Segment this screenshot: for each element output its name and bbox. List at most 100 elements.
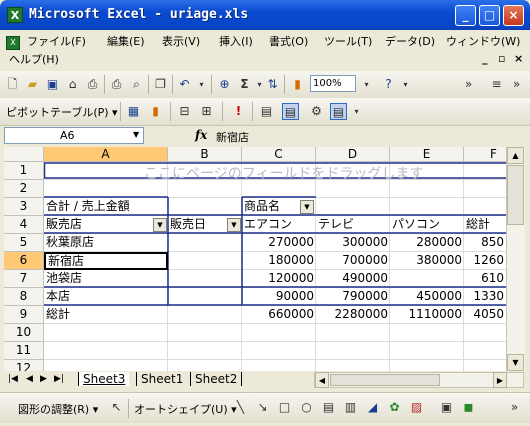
save-icon[interactable]: ▣: [44, 76, 61, 93]
autoshape-menu[interactable]: オートシェイプ(U) ▾: [134, 401, 237, 417]
table-cell[interactable]: 610: [464, 270, 506, 288]
row-item-grand-total[interactable]: 総計: [44, 306, 168, 324]
align-icon[interactable]: ≡: [488, 76, 505, 93]
show-detail-icon[interactable]: ⊞: [198, 103, 215, 120]
row-header-2[interactable]: 2: [4, 180, 44, 198]
close-button[interactable]: ×: [503, 5, 524, 26]
row-field-label-2[interactable]: 販売日: [168, 216, 228, 234]
table-cell[interactable]: 850: [464, 234, 506, 252]
chart-wizard-icon[interactable]: ▮: [147, 103, 164, 120]
table-cell[interactable]: 790000: [316, 288, 390, 306]
row-field-1-dropdown-icon[interactable]: ▼: [153, 218, 167, 232]
print-icon[interactable]: ⎙: [108, 76, 125, 93]
undo-dropdown-icon[interactable]: ▾: [193, 76, 210, 93]
select-objects-icon[interactable]: ↖: [108, 399, 125, 416]
row-header-4[interactable]: 4: [4, 216, 44, 234]
arrow-icon[interactable]: ↘: [254, 399, 271, 416]
draw-menu[interactable]: 図形の調整(R) ▾: [18, 401, 98, 417]
table-cell[interactable]: 4050: [464, 306, 506, 324]
menu-format[interactable]: 書式(O): [269, 33, 308, 49]
search-icon[interactable]: ⌕: [128, 76, 145, 93]
include-hidden-icon[interactable]: ▤: [258, 103, 275, 120]
scroll-thumb[interactable]: [507, 165, 524, 225]
pivot-table-menu[interactable]: ピボットテーブル(P) ▾: [6, 104, 118, 120]
table-cell[interactable]: 450000: [390, 288, 464, 306]
scroll-up-button[interactable]: ▲: [507, 147, 524, 164]
name-box-dropdown-icon[interactable]: ▼: [133, 130, 139, 139]
select-all-corner[interactable]: [4, 147, 44, 162]
copy-icon[interactable]: ❐: [152, 76, 169, 93]
excel-app-icon[interactable]: X: [7, 7, 23, 23]
table-cell[interactable]: 180000: [242, 252, 316, 270]
worksheet-grid[interactable]: A B C D E F 1 2 3 4 5 6 7 8 9 10 11 12 こ…: [4, 147, 506, 371]
line-icon[interactable]: ╲: [232, 399, 249, 416]
row-header-1[interactable]: 1: [4, 162, 44, 180]
insert-picture-icon[interactable]: ▨: [408, 399, 425, 416]
rectangle-icon[interactable]: □: [276, 399, 293, 416]
row-header-11[interactable]: 11: [4, 342, 44, 360]
first-sheet-icon[interactable]: |◀: [8, 374, 18, 384]
toolbar-options-icon[interactable]: »: [460, 76, 477, 93]
name-box[interactable]: A6: [4, 127, 144, 144]
hide-detail-icon[interactable]: ⊟: [176, 103, 193, 120]
menu-view[interactable]: 表示(V): [162, 33, 200, 49]
row-field-2-dropdown-icon[interactable]: ▼: [227, 218, 241, 232]
table-cell[interactable]: 380000: [390, 252, 464, 270]
table-cell[interactable]: 270000: [242, 234, 316, 252]
menu-window[interactable]: ウィンドウ(W): [446, 33, 520, 49]
wordart-icon[interactable]: ▥: [342, 399, 359, 416]
active-cell[interactable]: 新宿店: [44, 252, 168, 270]
menu-tools[interactable]: ツール(T): [324, 33, 372, 49]
sort-ascending-icon[interactable]: ⇅: [264, 76, 281, 93]
toolbar-options-icon-2[interactable]: »: [508, 76, 525, 93]
row-header-5[interactable]: 5: [4, 234, 44, 252]
sheet-tab-sheet3[interactable]: Sheet3: [78, 372, 130, 386]
row-header-10[interactable]: 10: [4, 324, 44, 342]
next-sheet-icon[interactable]: ▶: [40, 374, 47, 384]
table-cell[interactable]: 660000: [242, 306, 316, 324]
column-header-f[interactable]: F: [464, 147, 506, 162]
permission-icon[interactable]: ⌂: [64, 76, 81, 93]
scroll-down-button[interactable]: ▼: [507, 354, 524, 371]
sheet-tab-sheet1[interactable]: Sheet1: [136, 372, 187, 386]
hyperlink-icon[interactable]: ⊕: [216, 76, 233, 93]
3d-style-icon[interactable]: ◼: [460, 399, 477, 416]
diagram-icon[interactable]: ◢: [364, 399, 381, 416]
table-cell[interactable]: [390, 270, 464, 288]
oval-icon[interactable]: ○: [298, 399, 315, 416]
prev-sheet-icon[interactable]: ◀: [26, 374, 33, 384]
col-item-total[interactable]: 総計: [464, 216, 506, 234]
clip-art-icon[interactable]: ✿: [386, 399, 403, 416]
menu-file[interactable]: ファイル(F): [27, 33, 86, 49]
table-cell[interactable]: 2280000: [316, 306, 390, 324]
row-item-store[interactable]: 秋葉原店: [44, 234, 168, 252]
scroll-left-button[interactable]: ◀: [315, 372, 329, 388]
refresh-icon[interactable]: !: [230, 103, 247, 120]
open-folder-icon[interactable]: ▰: [24, 76, 41, 93]
format-report-icon[interactable]: ▦: [125, 103, 142, 120]
shadow-style-icon[interactable]: ▣: [438, 399, 455, 416]
table-cell[interactable]: 1110000: [390, 306, 464, 324]
help-dropdown-icon[interactable]: ▾: [397, 76, 414, 93]
menu-edit[interactable]: 編集(E): [107, 33, 145, 49]
menu-data[interactable]: データ(D): [385, 33, 435, 49]
last-sheet-icon[interactable]: ▶|: [54, 374, 64, 384]
table-cell[interactable]: 490000: [316, 270, 390, 288]
horizontal-scrollbar[interactable]: ◀ ▶: [314, 372, 524, 388]
zoom-dropdown-icon[interactable]: ▾: [358, 76, 375, 93]
column-header-d[interactable]: D: [316, 147, 390, 162]
row-item-store[interactable]: 本店: [44, 288, 168, 306]
menu-insert[interactable]: 挿入(I): [219, 33, 253, 49]
col-item-pc[interactable]: パソコン: [390, 216, 464, 234]
toolbar-options-icon[interactable]: ▾: [348, 103, 365, 120]
workbook-icon[interactable]: X: [6, 36, 20, 50]
table-cell[interactable]: 90000: [242, 288, 316, 306]
print-preview-icon[interactable]: ⎙: [84, 76, 101, 93]
row-header-3[interactable]: 3: [4, 198, 44, 216]
row-item-store[interactable]: 池袋店: [44, 270, 168, 288]
table-cell[interactable]: 300000: [316, 234, 390, 252]
maximize-button[interactable]: □: [479, 5, 500, 26]
table-cell[interactable]: 120000: [242, 270, 316, 288]
zoom-select[interactable]: 100%: [310, 75, 356, 92]
row-header-12[interactable]: 12: [4, 360, 44, 371]
